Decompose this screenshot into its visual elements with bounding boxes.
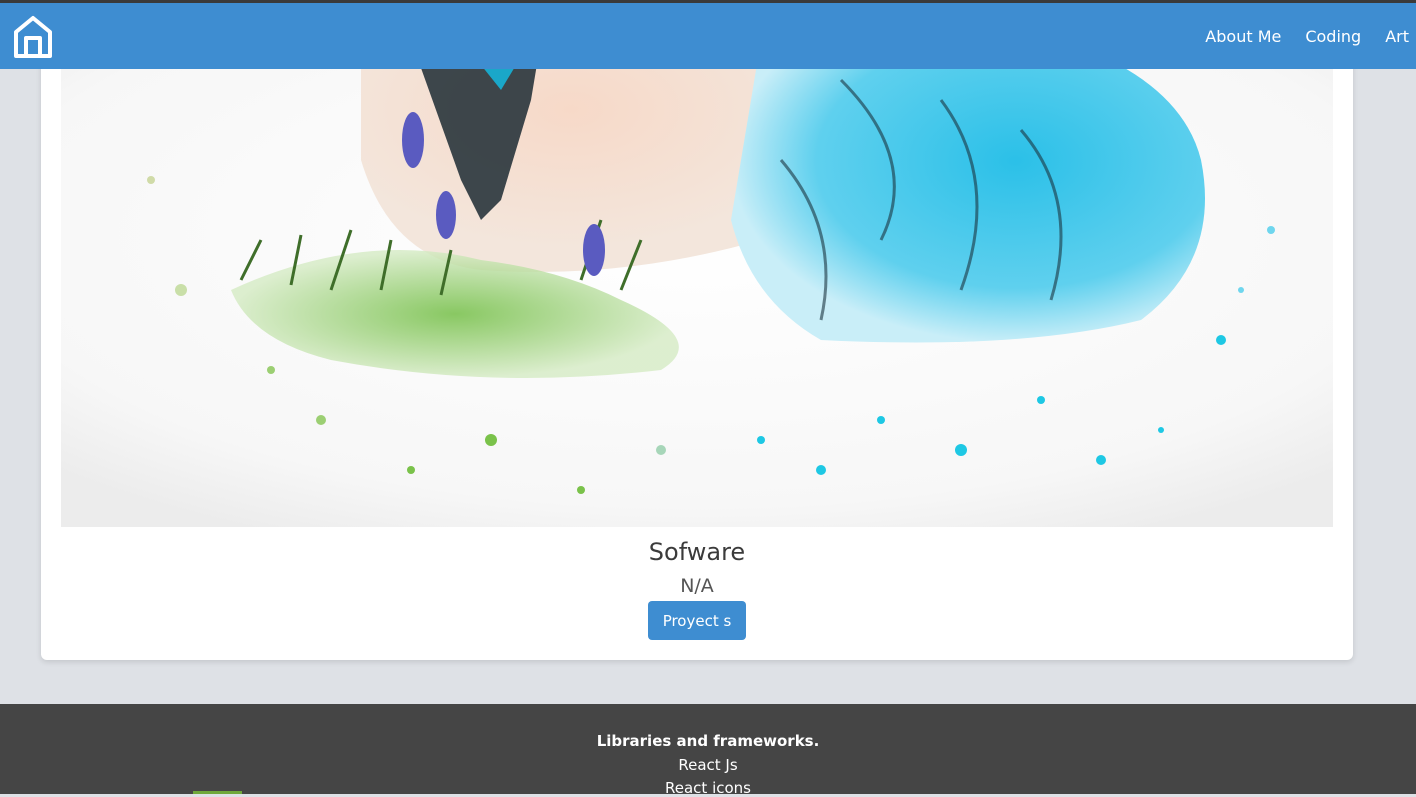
- card-title: Sofware: [648, 538, 746, 566]
- nav-links: About Me Coding Art: [1181, 3, 1409, 69]
- footer-item-react-icons: React icons: [665, 779, 751, 797]
- footer-item-react-js: React Js: [678, 756, 738, 774]
- nav-link-about-me[interactable]: About Me: [1205, 27, 1281, 46]
- nav-link-art[interactable]: Art: [1385, 27, 1409, 46]
- card-image: [61, 40, 1333, 527]
- home-icon[interactable]: [11, 14, 55, 60]
- nav-link-coding[interactable]: Coding: [1305, 27, 1361, 46]
- project-card: Sofware N/A Proyect s: [41, 40, 1353, 660]
- projects-button[interactable]: Proyect s: [648, 601, 746, 640]
- top-border: [0, 0, 1416, 3]
- footer: Libraries and frameworks. React Js React…: [0, 704, 1416, 797]
- footer-title: Libraries and frameworks.: [596, 732, 820, 750]
- card-subtitle: N/A: [680, 575, 714, 597]
- navbar: About Me Coding Art: [0, 3, 1416, 69]
